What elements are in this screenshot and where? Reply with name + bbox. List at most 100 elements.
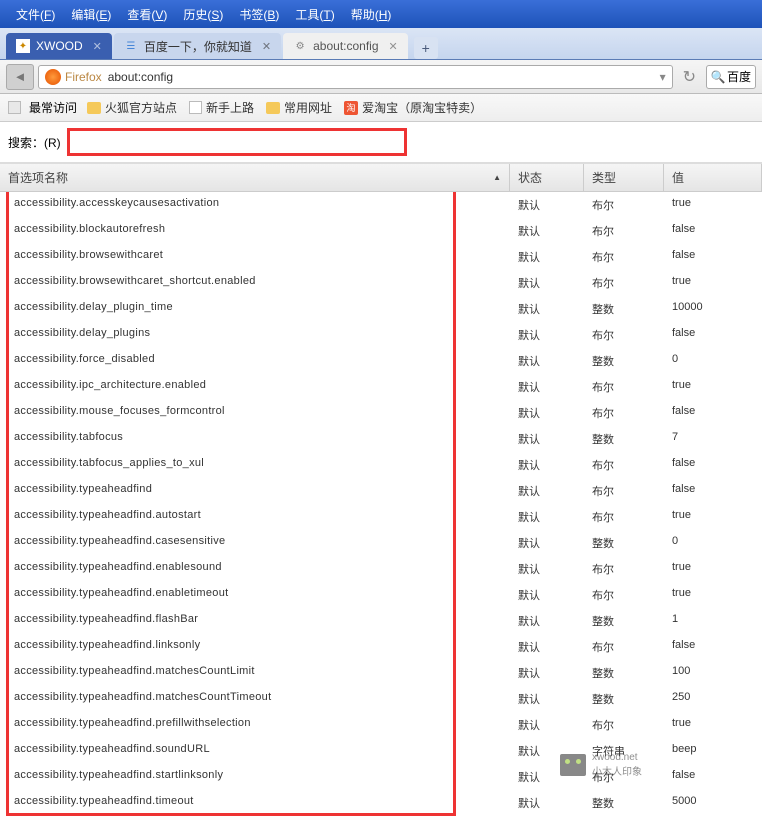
pref-name: accessibility.browsewithcaret_shortcut.e… bbox=[0, 275, 510, 291]
pref-row[interactable]: accessibility.browsewithcaret默认布尔false bbox=[0, 244, 762, 270]
col-status[interactable]: 状态 bbox=[510, 164, 584, 191]
pref-row[interactable]: accessibility.force_disabled默认整数0 bbox=[0, 348, 762, 374]
search-bar[interactable]: 🔍 百度 bbox=[706, 65, 756, 89]
pref-row[interactable]: accessibility.typeaheadfind.linksonly默认布… bbox=[0, 634, 762, 660]
menu-item[interactable]: 历史(S) bbox=[175, 6, 231, 23]
pref-row[interactable]: accessibility.tabfocus默认整数7 bbox=[0, 426, 762, 452]
pref-status: 默认 bbox=[510, 561, 584, 577]
bookmark-item[interactable]: 淘爱淘宝（原淘宝特卖） bbox=[338, 99, 488, 116]
pref-row[interactable]: accessibility.typeaheadfind.enablesound默… bbox=[0, 556, 762, 582]
bookmark-item[interactable]: 常用网址 bbox=[260, 99, 338, 116]
search-placeholder: 百度 bbox=[727, 68, 751, 85]
pref-type: 布尔 bbox=[584, 327, 664, 343]
pref-status: 默认 bbox=[510, 379, 584, 395]
dropdown-icon[interactable]: ▾ bbox=[660, 70, 666, 84]
menu-item[interactable]: 查看(V) bbox=[119, 6, 175, 23]
search-label: 搜索：(R) bbox=[8, 134, 61, 151]
pref-row[interactable]: accessibility.typeaheadfind.autostart默认布… bbox=[0, 504, 762, 530]
pref-type: 布尔 bbox=[584, 197, 664, 213]
pref-status: 默认 bbox=[510, 613, 584, 629]
col-name[interactable]: 首选项名称 bbox=[0, 164, 510, 191]
pref-row[interactable]: accessibility.typeaheadfind.matchesCount… bbox=[0, 686, 762, 712]
pref-value: false bbox=[664, 769, 762, 785]
pref-value: true bbox=[664, 561, 762, 577]
pref-status: 默认 bbox=[510, 223, 584, 239]
pref-type: 布尔 bbox=[584, 405, 664, 421]
close-icon[interactable]: ✕ bbox=[93, 40, 102, 53]
pref-name: accessibility.mouse_focuses_formcontrol bbox=[0, 405, 510, 421]
pref-name: accessibility.typeaheadfind.matchesCount… bbox=[0, 665, 510, 681]
new-tab-button[interactable]: + bbox=[414, 37, 438, 59]
url-text: about:config bbox=[108, 70, 173, 84]
most-visited-label[interactable]: 最常访问 bbox=[29, 99, 77, 116]
pref-row[interactable]: accessibility.tabfocus_applies_to_xul默认布… bbox=[0, 452, 762, 478]
menu-item[interactable]: 帮助(H) bbox=[343, 6, 400, 23]
pref-value: 100 bbox=[664, 665, 762, 681]
pref-row[interactable]: accessibility.delay_plugins默认布尔false bbox=[0, 322, 762, 348]
pref-row[interactable]: accessibility.typeaheadfind.enabletimeou… bbox=[0, 582, 762, 608]
back-button[interactable]: ◄ bbox=[6, 64, 34, 90]
pref-row[interactable]: accessibility.mouse_focuses_formcontrol默… bbox=[0, 400, 762, 426]
pref-value: true bbox=[664, 587, 762, 603]
pref-name: accessibility.typeaheadfind.linksonly bbox=[0, 639, 510, 655]
menu-item[interactable]: 书签(B) bbox=[231, 6, 287, 23]
menu-item[interactable]: 文件(F) bbox=[8, 6, 63, 23]
pref-type: 整数 bbox=[584, 691, 664, 707]
close-icon[interactable]: ✕ bbox=[262, 40, 271, 53]
pref-value: 0 bbox=[664, 353, 762, 369]
tab[interactable]: ⚙about:config✕ bbox=[283, 33, 408, 59]
pref-row[interactable]: accessibility.typeaheadfind默认布尔false bbox=[0, 478, 762, 504]
pref-type: 布尔 bbox=[584, 249, 664, 265]
firefox-icon bbox=[45, 69, 61, 85]
pref-row[interactable]: accessibility.typeaheadfind.casesensitiv… bbox=[0, 530, 762, 556]
pref-name: accessibility.typeaheadfind.timeout bbox=[0, 795, 510, 811]
pref-row[interactable]: accessibility.typeaheadfind.timeout默认整数5… bbox=[0, 790, 762, 816]
pref-row[interactable]: accessibility.accesskeycausesactivation默… bbox=[0, 192, 762, 218]
pref-status: 默认 bbox=[510, 327, 584, 343]
pref-value: true bbox=[664, 717, 762, 733]
pref-row[interactable]: accessibility.delay_plugin_time默认整数10000 bbox=[0, 296, 762, 322]
bookmark-label: 常用网址 bbox=[284, 99, 332, 116]
most-visited-icon bbox=[8, 101, 21, 114]
pref-type: 布尔 bbox=[584, 509, 664, 525]
toolbar: ◄ Firefox about:config ▾ ↻ 🔍 百度 bbox=[0, 60, 762, 94]
close-icon[interactable]: ✕ bbox=[389, 40, 398, 53]
menu-item[interactable]: 编辑(E) bbox=[63, 6, 119, 23]
bookmark-item[interactable]: 新手上路 bbox=[183, 99, 260, 116]
pref-type: 整数 bbox=[584, 301, 664, 317]
col-value[interactable]: 值 bbox=[664, 164, 762, 191]
pref-status: 默认 bbox=[510, 301, 584, 317]
tab[interactable]: ☰百度一下，你就知道✕ bbox=[114, 33, 281, 59]
pref-value: true bbox=[664, 379, 762, 395]
pref-row[interactable]: accessibility.ipc_architecture.enabled默认… bbox=[0, 374, 762, 400]
page-icon bbox=[189, 101, 202, 114]
pref-name: accessibility.accesskeycausesactivation bbox=[0, 197, 510, 213]
col-type[interactable]: 类型 bbox=[584, 164, 664, 191]
pref-row[interactable]: accessibility.typeaheadfind.prefillwiths… bbox=[0, 712, 762, 738]
pref-value: true bbox=[664, 509, 762, 525]
pref-value: false bbox=[664, 483, 762, 499]
pref-row[interactable]: accessibility.typeaheadfind.flashBar默认整数… bbox=[0, 608, 762, 634]
pref-value: 5000 bbox=[664, 795, 762, 811]
folder-icon bbox=[87, 102, 101, 114]
pref-row[interactable]: accessibility.typeaheadfind.startlinkson… bbox=[0, 764, 762, 790]
pref-name: accessibility.typeaheadfind bbox=[0, 483, 510, 499]
tao-icon: 淘 bbox=[344, 101, 358, 115]
pref-status: 默认 bbox=[510, 769, 584, 785]
pref-row[interactable]: accessibility.browsewithcaret_shortcut.e… bbox=[0, 270, 762, 296]
pref-row[interactable]: accessibility.blockautorefresh默认布尔false bbox=[0, 218, 762, 244]
pref-status: 默认 bbox=[510, 249, 584, 265]
pref-row[interactable]: accessibility.typeaheadfind.matchesCount… bbox=[0, 660, 762, 686]
pref-type: 布尔 bbox=[584, 639, 664, 655]
pref-name: accessibility.force_disabled bbox=[0, 353, 510, 369]
pref-row[interactable]: accessibility.typeaheadfind.soundURL默认字符… bbox=[0, 738, 762, 764]
pref-status: 默认 bbox=[510, 275, 584, 291]
pref-value: 1 bbox=[664, 613, 762, 629]
search-input[interactable] bbox=[67, 128, 407, 156]
url-bar[interactable]: Firefox about:config ▾ bbox=[38, 65, 673, 89]
tab[interactable]: ✦XWOOD✕ bbox=[6, 33, 112, 59]
pref-name: accessibility.delay_plugins bbox=[0, 327, 510, 343]
bookmark-item[interactable]: 火狐官方站点 bbox=[81, 99, 183, 116]
reload-icon[interactable]: ↻ bbox=[677, 67, 702, 87]
menu-item[interactable]: 工具(T) bbox=[287, 6, 342, 23]
